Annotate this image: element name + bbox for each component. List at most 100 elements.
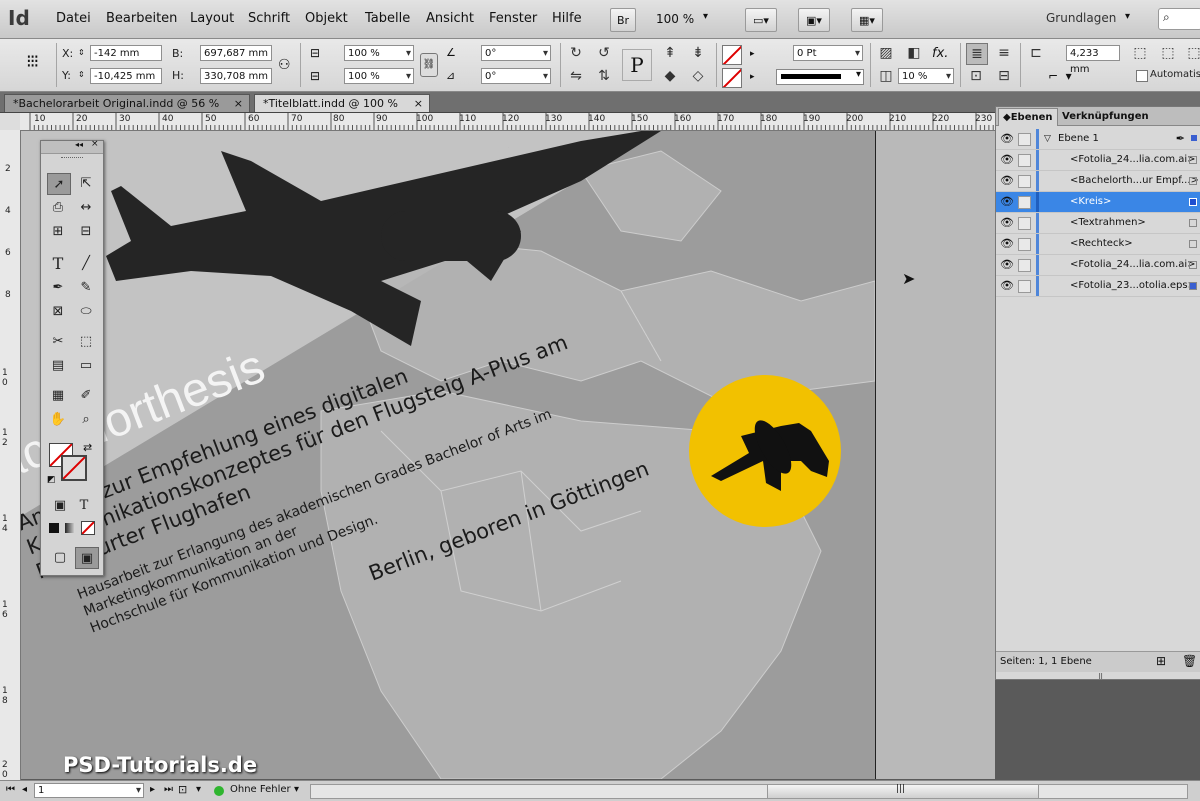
height-field[interactable]: 330,708 mm bbox=[200, 68, 272, 84]
workspace-switcher[interactable]: Grundlagen bbox=[1046, 11, 1116, 25]
pen-tool-icon[interactable]: ✒ bbox=[47, 277, 69, 297]
apply-color-icon[interactable] bbox=[49, 523, 59, 533]
menu-ansicht[interactable]: Ansicht bbox=[426, 11, 474, 26]
formatting-container-icon[interactable]: ▣ bbox=[49, 495, 71, 515]
scale-x-field[interactable]: 100 % bbox=[344, 45, 414, 62]
wrap-shape-icon[interactable]: ⊡ bbox=[966, 66, 986, 86]
select-square-icon[interactable] bbox=[1189, 177, 1197, 185]
visibility-icon[interactable]: 👁 bbox=[1000, 213, 1014, 233]
apply-gradient-icon[interactable] bbox=[65, 523, 75, 533]
stroke-weight-field[interactable]: 0 Pt bbox=[793, 45, 863, 62]
tab-verknuepfungen[interactable]: Verknüpfungen bbox=[1058, 108, 1153, 125]
shear-field[interactable]: 0° bbox=[481, 68, 551, 85]
scissors-tool-icon[interactable]: ✂ bbox=[47, 331, 69, 351]
menu-hilfe[interactable]: Hilfe bbox=[552, 11, 582, 26]
page-number-field[interactable]: 1 bbox=[34, 783, 144, 798]
tab-bachelorarbeit[interactable]: *Bachelorarbeit Original.indd @ 56 % × bbox=[4, 94, 250, 112]
fit-content-icon[interactable]: ⬚ bbox=[1158, 43, 1178, 63]
menu-bearbeiten[interactable]: Bearbeiten bbox=[106, 11, 177, 26]
open-folder-icon[interactable]: ⊡ bbox=[178, 783, 187, 796]
lock-toggle[interactable] bbox=[1018, 175, 1031, 188]
stroke-color-swatch[interactable] bbox=[61, 455, 87, 481]
close-icon[interactable]: × bbox=[414, 95, 423, 113]
select-square-icon[interactable] bbox=[1189, 261, 1197, 269]
fill-swatch[interactable] bbox=[722, 45, 742, 65]
chevron-right-icon[interactable]: ▸ bbox=[750, 49, 755, 59]
select-next-icon[interactable]: ◇ bbox=[688, 66, 708, 86]
hand-tool-icon[interactable]: ✋ bbox=[47, 409, 69, 429]
disclosure-triangle-icon[interactable]: ▽ bbox=[1044, 129, 1051, 149]
constrain-proportions-icon[interactable]: ⚇ bbox=[278, 57, 291, 73]
lock-toggle[interactable] bbox=[1018, 196, 1031, 209]
auto-fit-checkbox[interactable] bbox=[1136, 70, 1148, 82]
chevron-right-icon[interactable]: ▸ bbox=[750, 72, 755, 82]
fx-icon[interactable]: fx. bbox=[932, 46, 948, 61]
visibility-icon[interactable]: 👁 bbox=[1000, 234, 1014, 254]
normal-view-icon[interactable]: ▢ bbox=[49, 547, 71, 567]
pencil-tool-icon[interactable]: ✎ bbox=[75, 277, 97, 297]
previous-page-icon[interactable]: ◂ bbox=[22, 784, 27, 795]
bridge-button[interactable]: Br bbox=[610, 8, 636, 32]
arrange-documents-icon[interactable]: ▦▾ bbox=[851, 8, 883, 32]
menu-objekt[interactable]: Objekt bbox=[305, 11, 348, 26]
next-page-icon[interactable]: ▸ bbox=[150, 784, 155, 795]
pasteboard[interactable] bbox=[876, 131, 995, 779]
corner-options-icon[interactable]: ⊏ bbox=[1026, 43, 1046, 63]
width-field[interactable]: 697,687 mm bbox=[200, 45, 272, 61]
zoom-level[interactable]: 100 % bbox=[656, 12, 694, 26]
flip-horizontal-icon[interactable]: ⇋ bbox=[566, 66, 586, 86]
apply-none-icon[interactable] bbox=[81, 521, 95, 535]
lock-toggle[interactable] bbox=[1018, 133, 1031, 146]
visibility-icon[interactable]: 👁 bbox=[1000, 129, 1014, 149]
select-content-icon[interactable]: ⇟ bbox=[688, 43, 708, 63]
stroke-swatch[interactable] bbox=[722, 68, 742, 88]
effects-icon[interactable]: ◧ bbox=[904, 43, 924, 63]
layer-item[interactable]: 👁 <Fotolia_24...lia.com.ai> bbox=[996, 255, 1200, 276]
select-previous-icon[interactable]: ◆ bbox=[660, 66, 680, 86]
reference-point-icon[interactable]: ⁝⁝⁝ bbox=[26, 51, 39, 72]
layer-item[interactable]: 👁 <Rechteck> bbox=[996, 234, 1200, 255]
layer-row[interactable]: 👁 ▽ Ebene 1 ✒ bbox=[996, 129, 1200, 150]
vertical-ruler[interactable]: 2 4 6 8 1 0 1 2 1 4 1 6 1 8 2 0 bbox=[0, 130, 21, 780]
gradient-swatch-tool-icon[interactable]: ▤ bbox=[47, 355, 69, 375]
chevron-down-icon[interactable]: ▾ bbox=[703, 11, 708, 22]
scale-y-field[interactable]: 100 % bbox=[344, 68, 414, 85]
chevron-down-icon[interactable]: ▾ bbox=[1125, 11, 1130, 22]
menu-fenster[interactable]: Fenster bbox=[489, 11, 537, 26]
visibility-icon[interactable]: 👁 bbox=[1000, 192, 1014, 212]
first-page-icon[interactable]: ⏮ bbox=[6, 784, 15, 795]
layer-item[interactable]: 👁 <Textrahmen> bbox=[996, 213, 1200, 234]
close-icon[interactable]: × bbox=[234, 95, 243, 113]
scrollbar-thumb[interactable]: ||| bbox=[767, 784, 1039, 798]
chevron-down-icon[interactable]: ▾ bbox=[196, 784, 201, 795]
select-square-icon[interactable] bbox=[1189, 156, 1197, 164]
trash-icon[interactable]: 🗑 bbox=[1182, 654, 1197, 668]
select-square-icon[interactable] bbox=[1189, 282, 1197, 290]
wrap-none-icon[interactable]: ≣ bbox=[966, 43, 988, 65]
lock-toggle[interactable] bbox=[1018, 238, 1031, 251]
type-tool-icon[interactable]: T bbox=[47, 253, 69, 273]
stepper-icon[interactable]: ⇕ bbox=[78, 70, 85, 79]
offset-field[interactable]: 4,233 mm bbox=[1066, 45, 1120, 75]
preview-view-icon[interactable]: ▣ bbox=[75, 547, 99, 569]
ruler-origin[interactable] bbox=[0, 113, 21, 131]
note-tool-icon[interactable]: ▦ bbox=[47, 385, 69, 405]
collapse-icon[interactable]: ◂◂ bbox=[75, 140, 83, 149]
visibility-icon[interactable]: 👁 bbox=[1000, 276, 1014, 296]
x-field[interactable]: -142 mm bbox=[90, 45, 162, 61]
rotate-field[interactable]: 0° bbox=[481, 45, 551, 62]
lock-toggle[interactable] bbox=[1018, 217, 1031, 230]
formatting-text-icon[interactable]: T bbox=[73, 495, 95, 515]
corner-shape-select[interactable]: ⌐ ▾ bbox=[1048, 69, 1098, 85]
wrap-jump-icon[interactable]: ⊟ bbox=[994, 66, 1014, 86]
visibility-icon[interactable]: 👁 bbox=[1000, 150, 1014, 170]
gradient-feather-tool-icon[interactable]: ▭ bbox=[75, 355, 97, 375]
view-options-icon[interactable]: ▭▾ bbox=[745, 8, 777, 32]
eyedropper-tool-icon[interactable]: ✐ bbox=[75, 385, 97, 405]
stroke-type-select[interactable]: ▾ bbox=[776, 69, 864, 85]
flip-vertical-icon[interactable]: ⇅ bbox=[594, 66, 614, 86]
horizontal-scrollbar[interactable]: ||| bbox=[310, 784, 1188, 799]
free-transform-tool-icon[interactable]: ⬚ bbox=[75, 331, 97, 351]
select-container-icon[interactable]: ⇞ bbox=[660, 43, 680, 63]
menu-datei[interactable]: Datei bbox=[56, 11, 91, 26]
